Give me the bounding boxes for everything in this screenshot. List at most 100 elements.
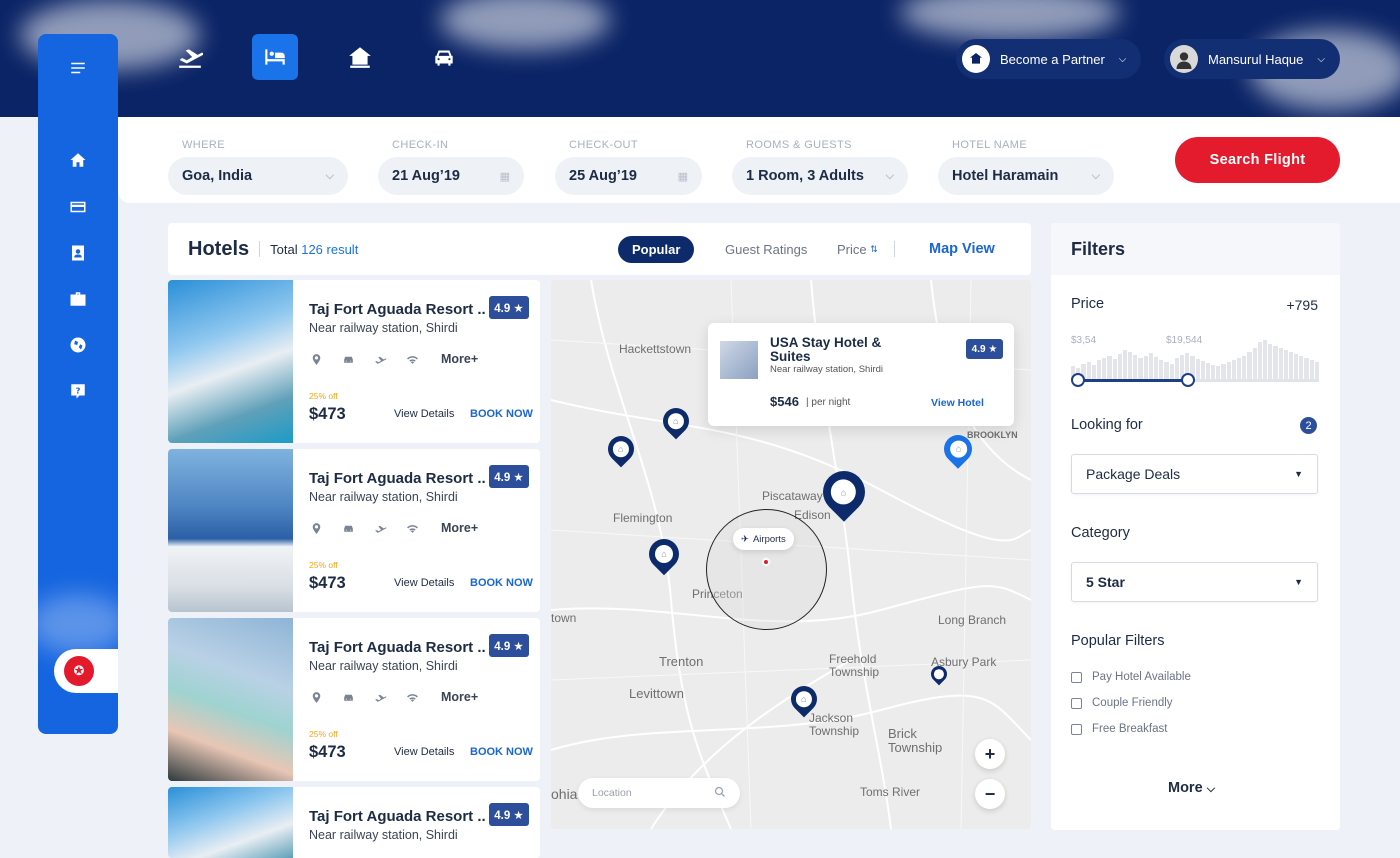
- book-now-button[interactable]: BOOK NOW: [470, 746, 533, 758]
- help-icon[interactable]: ?: [68, 381, 88, 401]
- filter-option-label: Pay Hotel Available: [1092, 671, 1191, 683]
- divider: [259, 241, 261, 257]
- hotel-card[interactable]: Taj Fort Aguada Resort .. Near railway s…: [168, 618, 540, 781]
- where-label: WHERE: [182, 139, 225, 151]
- calendar-icon: ▦: [499, 170, 510, 183]
- histogram-bar: [1128, 352, 1133, 380]
- wifi-icon: [405, 521, 419, 535]
- more-amenities-link[interactable]: More+: [441, 521, 478, 535]
- filter-option-couple-friendly[interactable]: Couple Friendly: [1071, 697, 1173, 709]
- caret-down-icon: ▼: [1294, 577, 1303, 587]
- view-details-link[interactable]: View Details: [394, 577, 454, 589]
- chevron-down-icon: ⌵: [1118, 53, 1127, 65]
- hotel-name-value: Hotel Haramain: [952, 168, 1059, 184]
- view-details-link[interactable]: View Details: [394, 746, 454, 758]
- rating-badge: 4.9 ★: [489, 634, 529, 657]
- hotel-card[interactable]: Taj Fort Aguada Resort .. Near railway s…: [168, 280, 540, 443]
- filter-option-free-breakfast[interactable]: Free Breakfast: [1071, 723, 1167, 735]
- briefcase-icon[interactable]: [68, 289, 88, 309]
- sort-ratings-tab[interactable]: Guest Ratings: [725, 236, 807, 263]
- checkout-field[interactable]: CHECK-OUT 25 Aug’19 ▦: [555, 139, 702, 195]
- hotel-name-field[interactable]: HOTEL NAME Hotel Haramain ⌵: [938, 139, 1114, 195]
- view-hotel-link[interactable]: View Hotel: [931, 397, 984, 409]
- category-select[interactable]: 5 Star ▼: [1071, 562, 1318, 602]
- hotel-thumbnail: [720, 341, 758, 379]
- hotels-icon[interactable]: [252, 34, 298, 80]
- map-label: Levittown: [629, 686, 684, 701]
- checkin-label: CHECK-IN: [392, 139, 449, 151]
- price-slider-fill: [1078, 379, 1188, 382]
- partner-label: Become a Partner: [1000, 51, 1105, 67]
- globe-icon[interactable]: [68, 335, 88, 355]
- chevron-down-icon: ⌵: [325, 169, 334, 182]
- cars-icon[interactable]: [421, 34, 467, 80]
- view-details-link[interactable]: View Details: [394, 408, 454, 420]
- search-flight-button[interactable]: Search Flight: [1175, 137, 1340, 183]
- sort-popular-tab[interactable]: Popular: [618, 236, 695, 263]
- checkbox[interactable]: [1071, 671, 1082, 683]
- map[interactable]: Hackettstown Flemington Piscataway Ediso…: [551, 280, 1031, 829]
- histogram-bar: [1288, 352, 1294, 380]
- card-icon[interactable]: [68, 197, 88, 217]
- hotel-image: [168, 280, 293, 443]
- more-amenities-link[interactable]: More+: [441, 352, 478, 366]
- top-bar: Become a Partner ⌵ Mansurul Haque ⌵: [0, 0, 1400, 117]
- hotel-popup[interactable]: USA Stay Hotel & Suites Near railway sta…: [708, 323, 1014, 426]
- more-filters-link[interactable]: More ⌵: [1168, 780, 1215, 796]
- airports-chip[interactable]: ✈ Airports: [733, 528, 794, 550]
- popup-per-night: | per night: [806, 397, 851, 408]
- flights-icon[interactable]: [167, 34, 213, 80]
- checkbox[interactable]: [1071, 697, 1082, 709]
- price-slider-min-handle[interactable]: [1071, 373, 1085, 387]
- filter-option-label: Couple Friendly: [1092, 697, 1173, 709]
- hotel-image: [168, 449, 293, 612]
- histogram-bar: [1174, 358, 1179, 380]
- checkbox[interactable]: [1071, 723, 1082, 735]
- sort-price-tab[interactable]: Price ⇅: [837, 236, 878, 263]
- location-search-input[interactable]: Location: [578, 778, 740, 808]
- more-amenities-link[interactable]: More+: [441, 690, 478, 704]
- book-now-button[interactable]: BOOK NOW: [470, 577, 533, 589]
- price: $473: [309, 405, 346, 423]
- dot-icon: [934, 669, 944, 679]
- map-label: BROOKLYN: [967, 430, 1018, 440]
- hotel-name: Taj Fort Aguada Resort ..: [309, 301, 486, 318]
- home-icon[interactable]: [68, 150, 88, 170]
- location-placeholder: Location: [592, 787, 632, 799]
- histogram-bar: [1122, 350, 1128, 380]
- hotel-location: Near railway station, Shirdi: [309, 490, 458, 504]
- rooms-guests-field[interactable]: ROOMS & GUESTS 1 Room, 3 Adults ⌵: [732, 139, 908, 195]
- user-menu-button[interactable]: Mansurul Haque ⌵: [1164, 39, 1340, 79]
- sort-arrows-icon: ⇅: [870, 244, 878, 254]
- search-bar: WHERE Goa, India ⌵ CHECK-IN 21 Aug’19 ▦ CH…: [118, 117, 1400, 203]
- total-value: 126 result: [301, 241, 359, 257]
- divider: [894, 241, 895, 257]
- amenities: [309, 352, 419, 366]
- become-partner-button[interactable]: Become a Partner ⌵: [956, 39, 1141, 79]
- price-slider-max-handle[interactable]: [1181, 373, 1195, 387]
- book-now-button[interactable]: BOOK NOW: [470, 408, 533, 420]
- zoom-out-button[interactable]: −: [975, 779, 1005, 809]
- car-icon: [341, 352, 355, 366]
- hotel-image: [168, 618, 293, 781]
- medal-icon: ✪: [64, 656, 94, 686]
- checkin-field[interactable]: CHECK-IN 21 Aug’19 ▦: [378, 139, 524, 195]
- rating-badge: 4.9 ★: [489, 465, 529, 488]
- looking-for-select[interactable]: Package Deals ▼: [1071, 454, 1318, 494]
- where-field[interactable]: WHERE Goa, India ⌵: [168, 139, 348, 195]
- calendar-icon: ▦: [677, 170, 688, 183]
- menu-icon[interactable]: [68, 58, 88, 78]
- zoom-in-button[interactable]: +: [975, 739, 1005, 769]
- contact-icon[interactable]: [68, 243, 88, 263]
- hotel-card[interactable]: Taj Fort Aguada Resort .. Near railway s…: [168, 449, 540, 612]
- discount-label: 25% off: [309, 560, 338, 570]
- filter-option-pay-hotel[interactable]: Pay Hotel Available: [1071, 671, 1191, 683]
- hotel-card[interactable]: Taj Fort Aguada Resort .. Near railway s…: [168, 787, 540, 858]
- histogram-bar: [1133, 355, 1138, 380]
- achievement-badge[interactable]: ✪: [54, 649, 118, 693]
- histogram-bar: [1112, 359, 1117, 380]
- histogram-bar: [1216, 366, 1221, 380]
- map-view-link[interactable]: Map View: [929, 241, 995, 257]
- homes-icon[interactable]: [337, 34, 383, 80]
- price-label: Price: [1071, 296, 1105, 312]
